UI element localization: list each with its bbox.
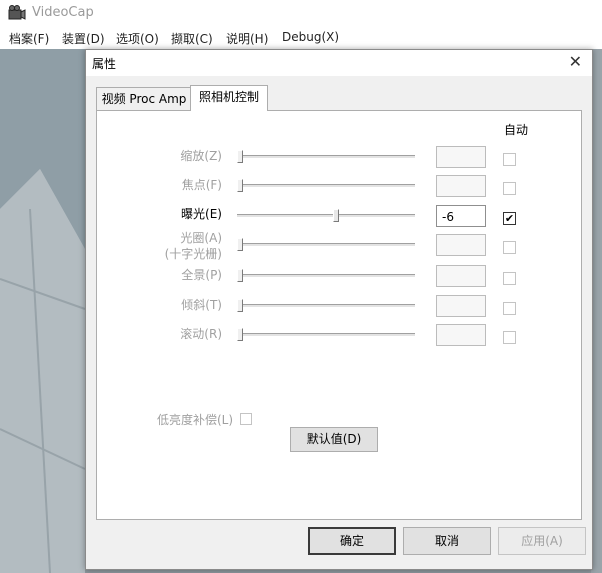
exposure-label: 曝光(E) (181, 207, 222, 221)
menu-file[interactable]: 档案(F) (9, 30, 49, 47)
tilt-value[interactable] (436, 295, 486, 317)
default-button[interactable]: 默认值(D) (290, 427, 378, 452)
exposure-slider-thumb[interactable] (333, 209, 339, 222)
focus-slider-thumb[interactable] (237, 179, 243, 192)
cancel-button[interactable]: 取消 (403, 527, 491, 555)
camera-control-panel: 自动 缩放(Z) 焦点(F) 曝光(E) -6 ✔ 光圈(A) (十字光栅) 全 (96, 110, 582, 520)
tab-video-proc-amp[interactable]: 视频 Proc Amp (96, 87, 192, 110)
app-title: VideoCap (32, 5, 94, 20)
tilt-label: 倾斜(T) (181, 298, 222, 312)
menu-help[interactable]: 说明(H) (226, 30, 268, 47)
zoom-value[interactable] (436, 146, 486, 168)
menu-capture[interactable]: 撷取(C) (171, 30, 213, 47)
pan-label: 全景(P) (181, 268, 222, 282)
pan-value[interactable] (436, 265, 486, 287)
dialog-title: 属性 (92, 57, 117, 71)
iris-sublabel: (十字光栅) (164, 247, 222, 261)
exposure-auto-checkbox[interactable]: ✔ (503, 212, 516, 225)
iris-slider-thumb[interactable] (237, 238, 243, 251)
iris-auto-checkbox[interactable] (503, 241, 516, 254)
focus-slider[interactable] (237, 179, 415, 192)
tab-video-proc-amp-label: 视频 Proc Amp (101, 92, 187, 106)
tilt-slider-thumb[interactable] (237, 299, 243, 312)
menubar: 档案(F) 装置(D) 选项(O) 撷取(C) 说明(H) Debug(X) (0, 27, 602, 50)
pan-auto-checkbox[interactable] (503, 272, 516, 285)
zoom-slider[interactable] (237, 150, 415, 163)
focus-auto-checkbox[interactable] (503, 182, 516, 195)
dialog-titlebar: 属性 ✕ (86, 50, 592, 76)
roll-auto-checkbox[interactable] (503, 331, 516, 344)
zoom-slider-thumb[interactable] (237, 150, 243, 163)
auto-header: 自动 (504, 123, 529, 137)
apply-button[interactable]: 应用(A) (498, 527, 586, 555)
menu-device[interactable]: 装置(D) (62, 30, 105, 47)
roll-value[interactable] (436, 324, 486, 346)
tab-camera-control[interactable]: 照相机控制 (190, 85, 268, 111)
roll-slider-thumb[interactable] (237, 328, 243, 341)
exposure-value[interactable]: -6 (436, 205, 486, 227)
menu-options[interactable]: 选项(O) (116, 30, 159, 47)
ok-button[interactable]: 确定 (308, 527, 396, 555)
roll-label: 滚动(R) (180, 327, 222, 341)
low-light-label: 低亮度补偿(L) (157, 413, 234, 427)
zoom-label: 缩放(Z) (180, 149, 222, 163)
focus-label: 焦点(F) (181, 178, 222, 192)
exposure-slider[interactable] (237, 209, 415, 222)
close-icon[interactable]: ✕ (569, 52, 582, 71)
tilt-auto-checkbox[interactable] (503, 302, 516, 315)
iris-value[interactable] (436, 234, 486, 256)
focus-value[interactable] (436, 175, 486, 197)
iris-label: 光圈(A) (180, 231, 222, 245)
tab-camera-control-label: 照相机控制 (198, 90, 259, 104)
pan-slider-thumb[interactable] (237, 269, 243, 282)
app-titlebar: VideoCap (0, 0, 602, 27)
menu-debug[interactable]: Debug(X) (282, 30, 339, 44)
roll-slider[interactable] (237, 328, 415, 341)
pan-slider[interactable] (237, 269, 415, 282)
zoom-auto-checkbox[interactable] (503, 153, 516, 166)
iris-slider[interactable] (237, 238, 415, 251)
low-light-checkbox[interactable] (240, 413, 252, 425)
camera-icon (8, 5, 26, 20)
properties-dialog: 属性 ✕ 视频 Proc Amp 照相机控制 自动 缩放(Z) 焦点(F) 曝光… (85, 49, 593, 570)
tilt-slider[interactable] (237, 299, 415, 312)
